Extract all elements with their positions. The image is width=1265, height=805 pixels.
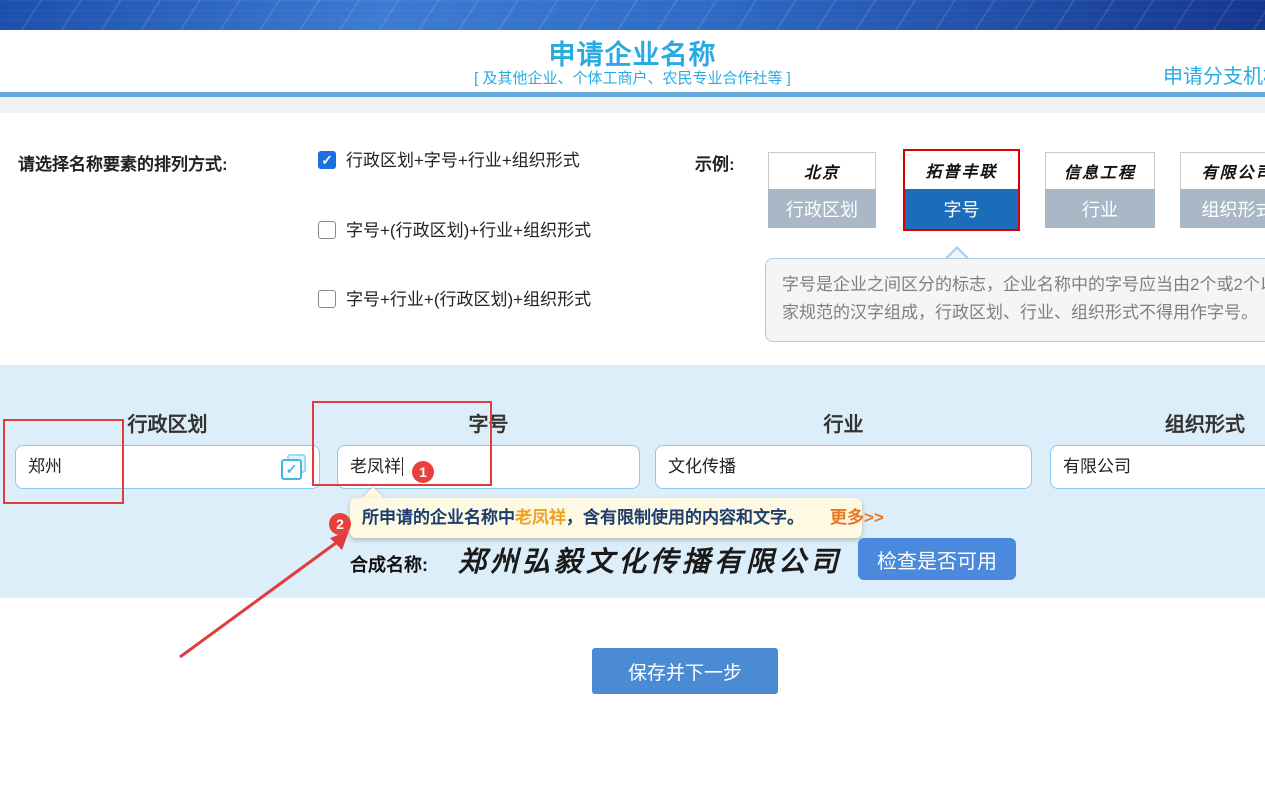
industry-input[interactable]: 文化传播 [655,445,1032,489]
save-next-button[interactable]: 保存并下一步 [592,648,778,694]
tab-branch-application[interactable]: 申请分支机构名称 [1163,60,1265,89]
arrangement-option-3-label: 字号+行业+(行政区划)+组织形式 [346,288,591,312]
composite-name-label: 合成名称: [350,551,428,577]
annotation-rect-tradename-field [312,401,492,486]
more-link[interactable]: 更多>> [830,508,884,527]
example-orgform-type: 组织形式 [1180,189,1265,228]
example-region-name: 北京 [768,152,876,189]
column-header-orgform: 组织形式 [1050,408,1265,437]
example-orgform-name: 有限公司 [1180,152,1265,189]
warning-restricted-word: 老凤祥 [515,508,566,527]
composite-name-value: 郑州弘毅文化传播有限公司 [458,540,842,580]
example-box-tradename-highlighted: 拓普丰联 字号 [903,149,1020,231]
orgform-input[interactable]: 有限公司 [1050,445,1265,489]
arrangement-label: 请选择名称要素的排列方式: [18,150,228,175]
page: 申请企业名称 [ 及其他企业、个体工商户、农民专业合作社等 ] 申请分支机构名称… [0,0,1265,805]
example-tooltip: 字号是企业之间区分的标志，企业名称中的字号应当由2个或2个以上国 家规范的汉字组… [765,258,1265,342]
example-region-type: 行政区划 [768,189,876,228]
warning-suffix: ，含有限制使用的内容和文字。 [566,508,804,527]
page-subtitle: [ 及其他企业、个体工商户、农民专业合作社等 ] [0,67,1265,88]
warning-tooltip-arrow [362,487,384,498]
region-select-checkbox-icon[interactable]: ✓ [281,454,307,480]
top-banner [0,0,1265,30]
arrangement-option-1-label: 行政区划+字号+行业+组织形式 [346,149,580,173]
example-tradename-type: 字号 [905,189,1018,229]
checkbox-option-3[interactable] [318,290,336,308]
example-box-industry: 信息工程 行业 [1045,152,1155,228]
warning-prefix: 所申请的企业名称中 [362,508,515,527]
example-label: 示例: [695,150,735,175]
warning-tooltip: 所申请的企业名称中老凤祥，含有限制使用的内容和文字。更多>> [350,498,862,538]
example-box-region: 北京 行政区划 [768,152,876,228]
arrangement-option-2-label: 字号+(行政区划)+行业+组织形式 [346,219,591,243]
example-tradename-name: 拓普丰联 [905,151,1018,189]
example-tooltip-line2: 家规范的汉字组成，行政区划、行业、组织形式不得用作字号。 [782,299,1265,327]
annotation-step-1-badge: 1 [412,461,434,483]
annotation-step-2-badge: 2 [329,513,351,535]
checkbox-option-2[interactable] [318,221,336,239]
industry-input-value: 文化传播 [668,457,736,476]
example-tooltip-line1: 字号是企业之间区分的标志，企业名称中的字号应当由2个或2个以上国 [782,271,1265,299]
orgform-input-value: 有限公司 [1063,457,1131,476]
example-box-orgform: 有限公司 组织形式 [1180,152,1265,228]
example-industry-type: 行业 [1045,189,1155,228]
checkbox-option-1-checked[interactable]: ✓ [318,151,336,169]
annotation-rect-region-field [3,419,124,504]
column-header-industry: 行业 [655,408,1032,437]
example-industry-name: 信息工程 [1045,152,1155,189]
header-gray-band [0,97,1265,113]
check-availability-button[interactable]: 检查是否可用 [858,538,1016,580]
